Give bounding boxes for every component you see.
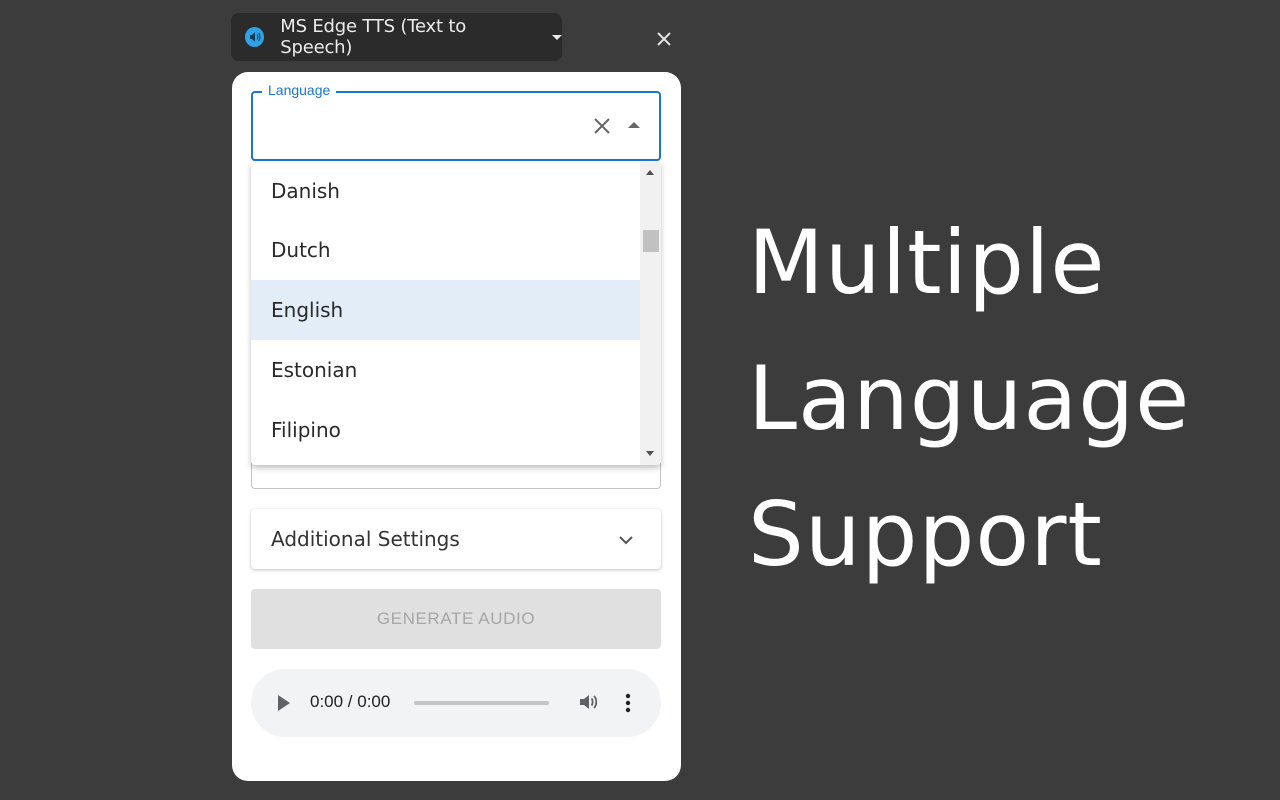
option-item[interactable]: Dutch bbox=[251, 220, 640, 280]
language-label: Language bbox=[262, 82, 337, 98]
chevron-up-icon[interactable] bbox=[628, 122, 640, 128]
language-options: Danish Dutch English Estonian Filipino bbox=[251, 162, 640, 460]
clear-icon[interactable] bbox=[592, 116, 612, 136]
option-item[interactable]: Danish bbox=[251, 162, 640, 220]
chevron-down-icon[interactable] bbox=[616, 530, 636, 550]
speaker-icon bbox=[245, 27, 265, 47]
play-icon[interactable] bbox=[278, 695, 290, 711]
close-icon[interactable] bbox=[654, 29, 674, 49]
language-dropdown: Danish Dutch English Estonian Filipino bbox=[251, 162, 661, 465]
volume-icon[interactable] bbox=[577, 691, 599, 713]
extension-title: MS Edge TTS (Text to Speech) bbox=[280, 16, 467, 58]
scrollbar[interactable] bbox=[640, 162, 661, 465]
additional-settings-accordion[interactable]: Additional Settings bbox=[251, 509, 661, 569]
generate-audio-button[interactable]: GENERATE AUDIO bbox=[251, 589, 661, 649]
more-options-icon[interactable] bbox=[624, 692, 632, 714]
time-display: 0:00 / 0:00 bbox=[310, 692, 391, 711]
scrollbar-thumb[interactable] bbox=[643, 230, 659, 252]
promo-line: Support bbox=[748, 483, 1103, 586]
option-item[interactable]: Estonian bbox=[251, 340, 640, 400]
scroll-up-icon[interactable] bbox=[646, 170, 654, 175]
option-item-selected[interactable]: English bbox=[251, 280, 640, 340]
chevron-down-icon[interactable] bbox=[552, 34, 562, 40]
promo-line: Language bbox=[748, 347, 1191, 450]
progress-slider[interactable] bbox=[414, 701, 549, 705]
accordion-label: Additional Settings bbox=[271, 527, 460, 551]
promo-line: Multiple bbox=[748, 211, 1106, 314]
promo-heading: Multiple Language Support bbox=[748, 195, 1190, 603]
scroll-down-icon[interactable] bbox=[646, 451, 654, 456]
option-item[interactable]: Filipino bbox=[251, 400, 640, 460]
extension-selector[interactable]: MS Edge TTS (Text to Speech) bbox=[231, 13, 562, 61]
